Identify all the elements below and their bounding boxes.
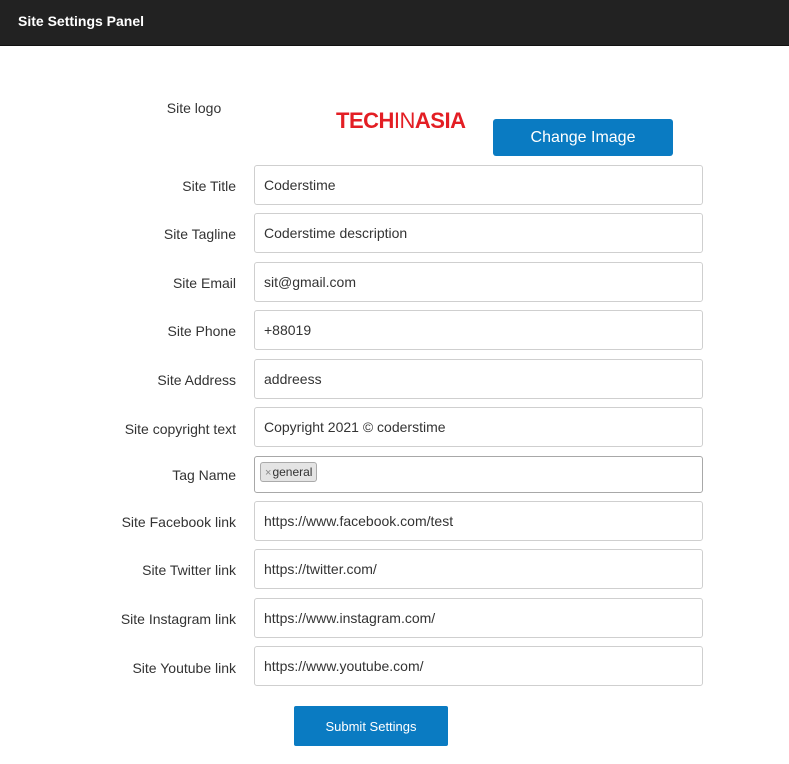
tag-chip-label: general [272, 465, 313, 479]
site-tagline-input[interactable] [254, 213, 703, 253]
site-tagline-label: Site Tagline [163, 226, 236, 242]
change-image-button[interactable]: Change Image [493, 119, 673, 156]
site-copyright-input[interactable] [254, 407, 703, 447]
site-address-input[interactable] [254, 359, 703, 399]
logo-text-in: IN [393, 108, 416, 133]
site-logo-label: Site logo [166, 100, 222, 116]
site-title-label: Site Title [182, 178, 236, 194]
tag-chip: ×general [260, 462, 318, 482]
site-instagram-label: Site Instagram link [120, 611, 236, 627]
site-facebook-input[interactable] [254, 501, 703, 541]
site-logo-image: TECHINASIA [336, 108, 466, 134]
site-facebook-label: Site Facebook link [121, 514, 236, 530]
logo-text-asia: ASIA [414, 108, 466, 133]
tag-remove-icon[interactable]: × [265, 467, 271, 479]
top-header-bar: Site Settings Panel [0, 0, 789, 46]
tag-name-select[interactable]: ×general [254, 456, 703, 493]
site-instagram-input[interactable] [254, 598, 703, 638]
site-copyright-label: Site copyright text [124, 421, 236, 437]
submit-settings-button[interactable]: Submit Settings [294, 706, 448, 746]
page-title: Site Settings Panel [18, 13, 145, 29]
tag-name-label: Tag Name [172, 467, 236, 483]
site-email-input[interactable] [254, 262, 703, 302]
site-twitter-label: Site Twitter link [142, 562, 236, 578]
site-address-label: Site Address [157, 372, 236, 388]
site-twitter-input[interactable] [254, 549, 703, 589]
logo-text-tech: TECH [336, 108, 394, 133]
site-phone-input[interactable] [254, 310, 703, 350]
site-youtube-label: Site Youtube link [132, 660, 236, 676]
site-phone-label: Site Phone [167, 323, 237, 339]
site-youtube-input[interactable] [254, 646, 703, 686]
site-email-label: Site Email [172, 275, 236, 291]
site-title-input[interactable] [254, 165, 703, 205]
